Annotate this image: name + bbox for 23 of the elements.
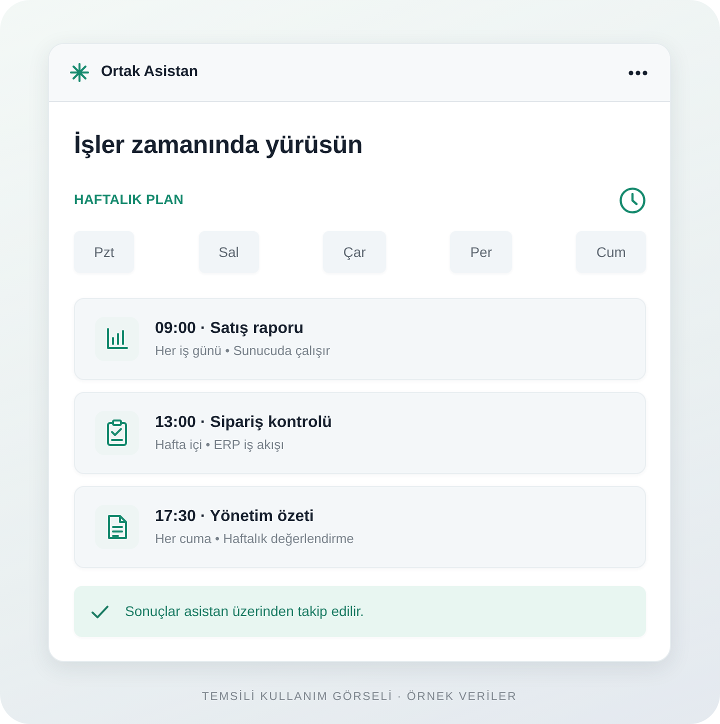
document-icon (95, 505, 139, 549)
day-button[interactable]: Cum (576, 231, 646, 273)
task-detail: Hafta içi • ERP iş akışı (155, 436, 286, 454)
clock-icon (619, 186, 646, 214)
check-icon (91, 604, 109, 618)
section-label: HAFTALIK PLAN (74, 190, 184, 209)
caption-text: TEMSİLİ KULLANIM GÖRSELİ · ÖRNEK VERİLER (202, 691, 518, 703)
asterisk-icon (70, 63, 89, 82)
bar-chart-icon (95, 317, 139, 361)
clipboard-check-icon (95, 411, 139, 455)
task-detail: Her cuma • Haftalık değerlendirme (155, 530, 354, 548)
day-button[interactable]: Per (450, 231, 512, 273)
day-button[interactable]: Pzt (74, 231, 134, 273)
task-title: 13:00 · Sipariş kontrolü (155, 413, 332, 433)
day-button[interactable]: Sal (198, 231, 259, 273)
notice-text: Sonuçlar asistan üzerinden takip edilir. (125, 602, 364, 621)
task-title: 17:30 · Yönetim özeti (155, 507, 315, 527)
ellipsis-icon (628, 70, 648, 76)
task-detail: Her iş günü • Sunucuda çalışır (155, 342, 330, 360)
page-heading: İşler zamanında yürüsün (74, 130, 364, 161)
task-title: 09:00 · Satış raporu (155, 319, 304, 339)
app-name: Ortak Asistan (101, 62, 198, 82)
day-button[interactable]: Çar (323, 231, 386, 273)
